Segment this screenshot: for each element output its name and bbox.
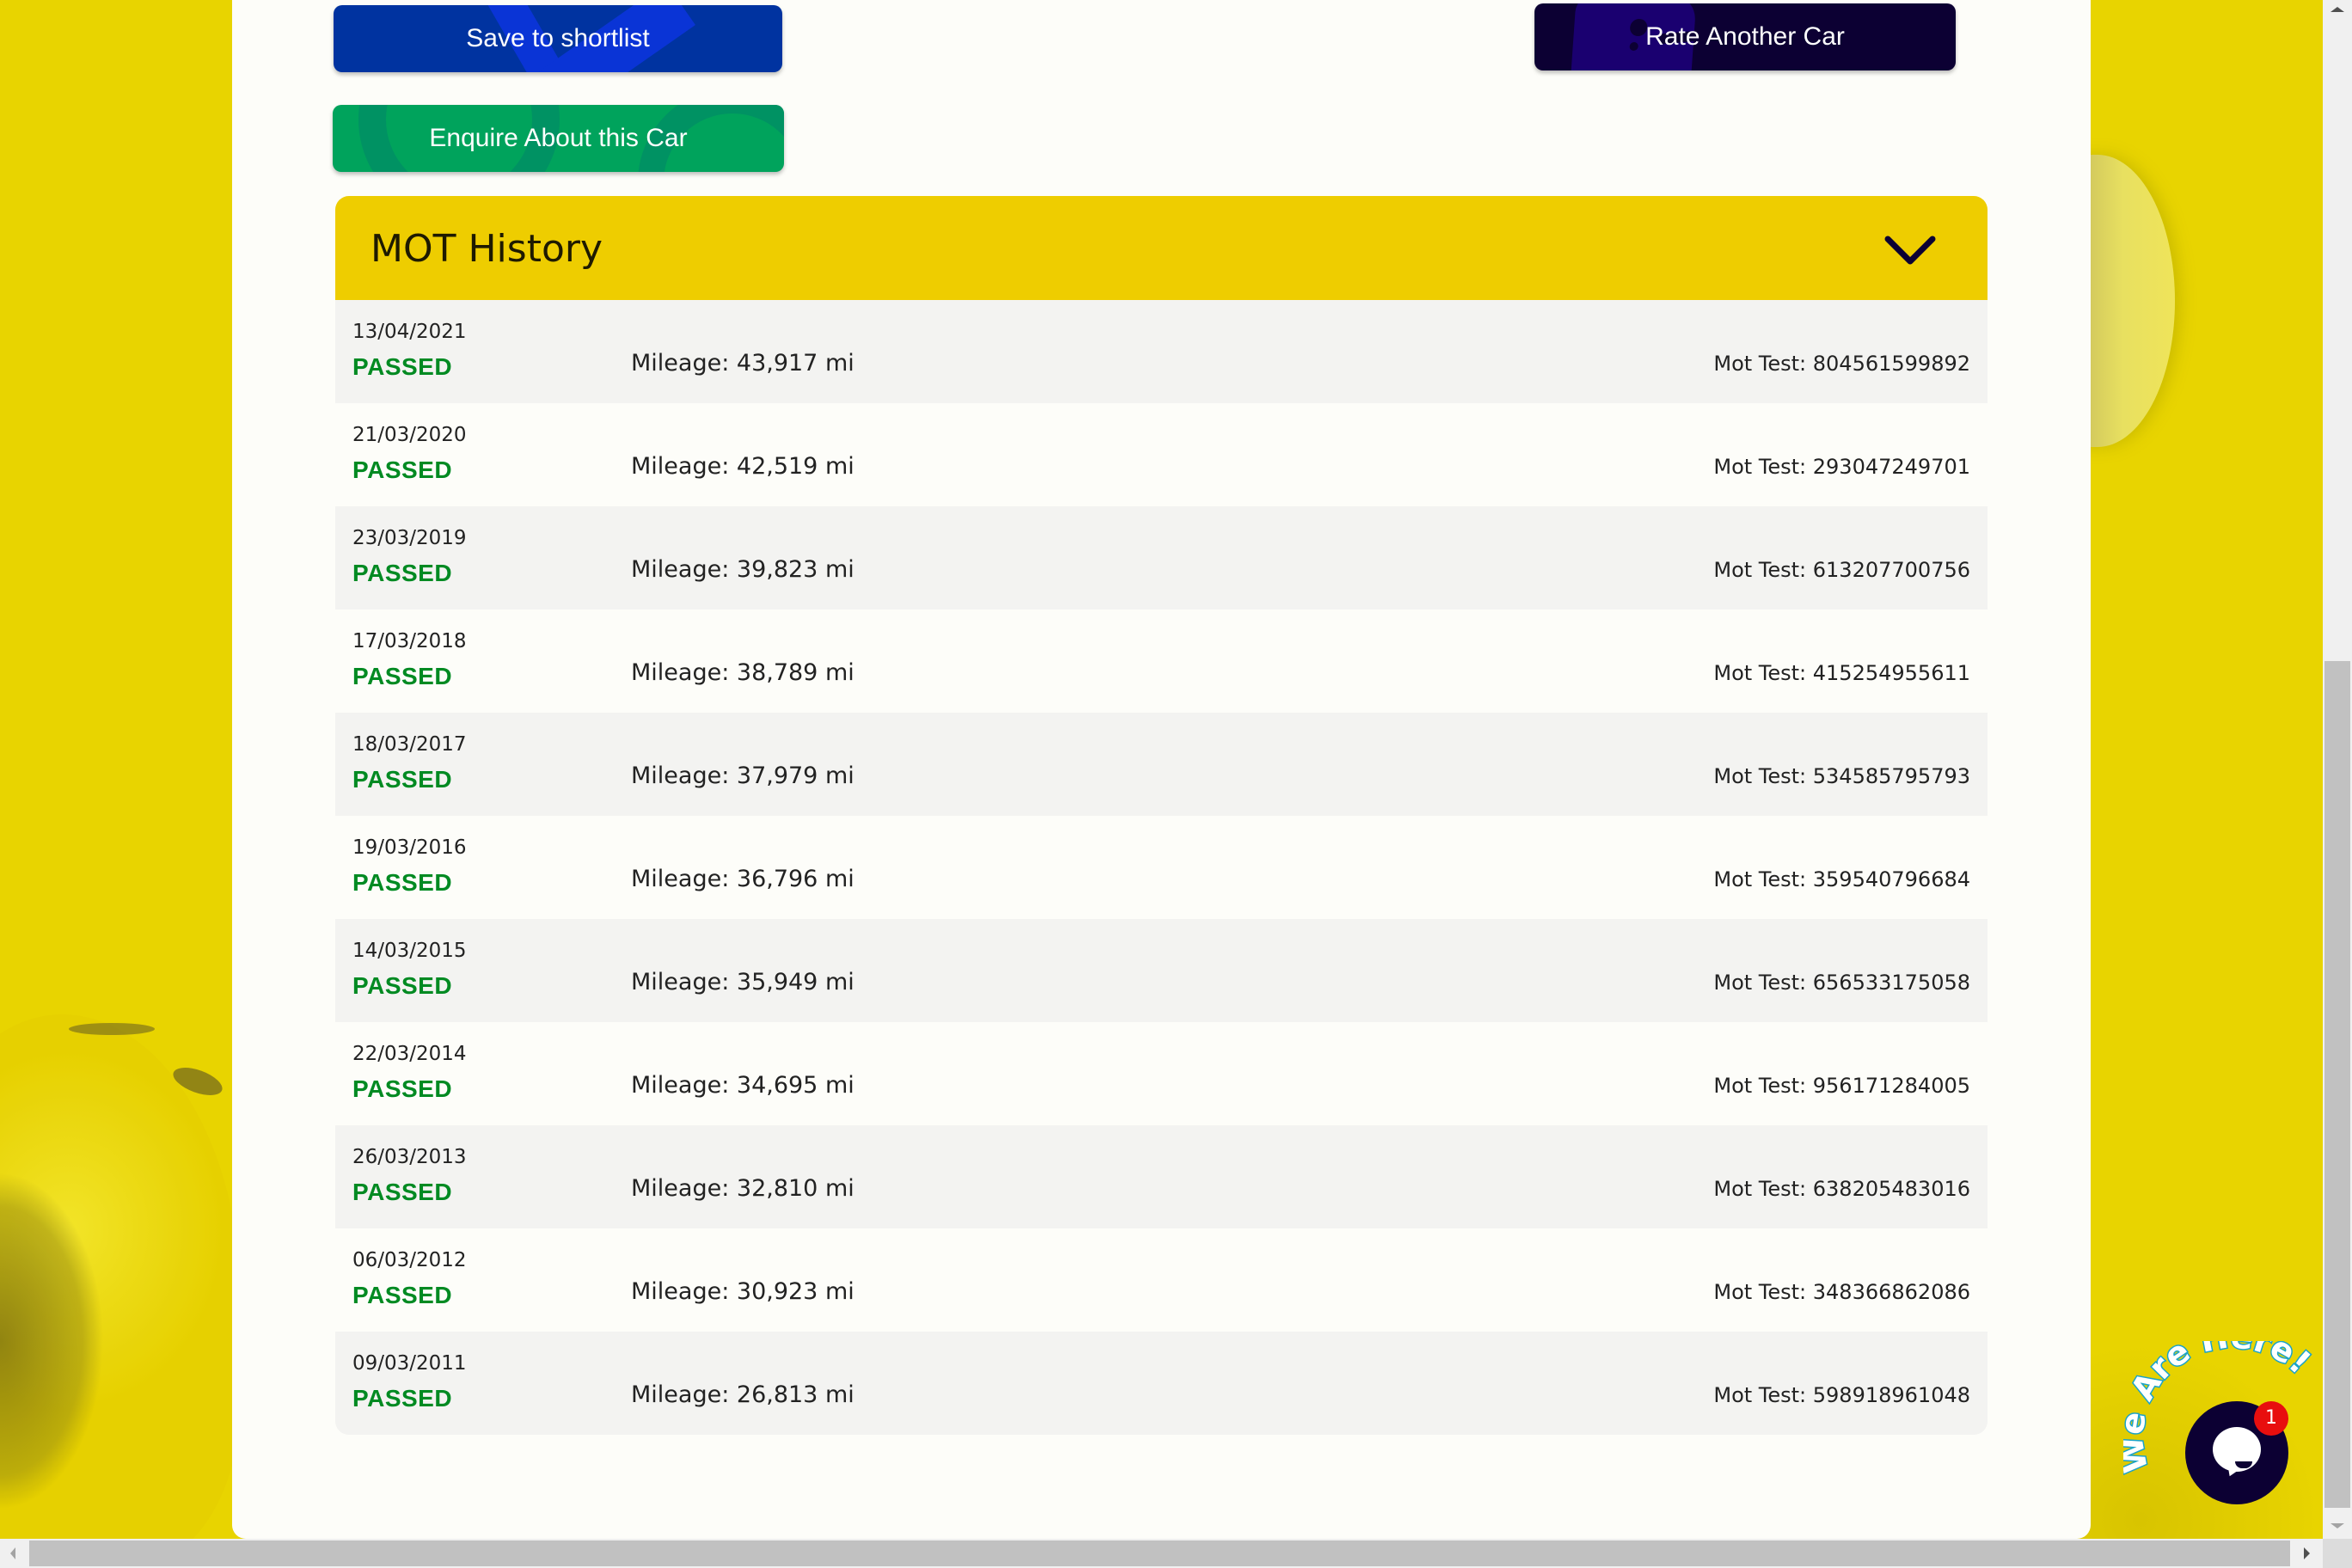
mot-test-date: 23/03/2019 [352,527,467,549]
mot-test-number: Mot Test: 656533175058 [1713,971,1970,995]
mot-test-date: 14/03/2015 [352,940,467,962]
mot-mileage: Mileage: 43,917 mi [631,350,854,377]
background-car-vent [69,1023,155,1035]
mot-status-badge: PASSED [352,456,453,483]
rate-another-car-label: Rate Another Car [1645,22,1845,51]
mot-record-row: 17/03/2018 PASSED Mileage: 38,789 mi Mot Te… [335,609,1988,713]
mot-status-badge: PASSED [352,869,453,896]
mot-test-number: Mot Test: 956171284005 [1713,1074,1970,1098]
mot-mileage: Mileage: 34,695 mi [631,1072,854,1099]
mot-record-row: 14/03/2015 PASSED Mileage: 35,949 mi Mot Te… [335,919,1988,1022]
mot-mileage: Mileage: 30,923 mi [631,1278,854,1305]
mot-mileage: Mileage: 38,789 mi [631,659,854,686]
mot-test-date: 06/03/2012 [352,1249,467,1271]
mot-test-number: Mot Test: 613207700756 [1713,558,1970,582]
mot-history-panel: MOT History 13/04/2021 PASSED Mileage: 43,… [335,196,1988,1435]
mot-test-number: Mot Test: 415254955611 [1713,661,1970,685]
mot-record-row: 06/03/2012 PASSED Mileage: 30,923 mi Mot Te… [335,1228,1988,1332]
mot-status-badge: PASSED [352,560,453,586]
chevron-down-icon[interactable] [1883,234,1938,268]
mot-test-number: Mot Test: 348366862086 [1713,1280,1970,1304]
mot-record-row: 09/03/2011 PASSED Mileage: 26,813 mi Mot Te… [335,1332,1988,1435]
vertical-scrollbar[interactable] [2323,0,2352,1539]
horizontal-scrollbar[interactable] [0,1539,2323,1568]
enquire-button[interactable]: Enquire About this Car [333,105,784,172]
mot-test-date: 21/03/2020 [352,424,467,446]
mot-status-badge: PASSED [352,353,453,380]
mot-status-badge: PASSED [352,766,453,793]
mot-status-badge: PASSED [352,1179,453,1205]
mot-record-row: 22/03/2014 PASSED Mileage: 34,695 mi Mot Te… [335,1022,1988,1125]
mot-test-number: Mot Test: 293047249701 [1713,455,1970,479]
mot-record-row: 21/03/2020 PASSED Mileage: 42,519 mi Mot Te… [335,403,1988,506]
mot-mileage: Mileage: 42,519 mi [631,453,854,480]
mot-test-number: Mot Test: 359540796684 [1713,867,1970,891]
mot-test-date: 17/03/2018 [352,630,467,652]
notification-badge: 1 [2254,1401,2288,1436]
mot-status-badge: PASSED [352,1282,453,1308]
save-to-shortlist-button[interactable]: Save to shortlist [334,5,782,72]
mot-mileage: Mileage: 35,949 mi [631,969,854,995]
rate-another-car-button[interactable]: Rate Another Car [1534,3,1956,70]
mot-test-number: Mot Test: 804561599892 [1713,352,1970,376]
horizontal-scrollbar-thumb[interactable] [29,1540,2290,1566]
mot-history-header[interactable]: MOT History [335,196,1988,300]
mot-status-badge: PASSED [352,1075,453,1102]
mot-test-date: 18/03/2017 [352,733,467,756]
mot-mileage: Mileage: 37,979 mi [631,763,854,789]
background-car-image-left [0,1014,241,1565]
mot-history-title: MOT History [371,227,603,271]
mot-record-row: 26/03/2013 PASSED Mileage: 32,810 mi Mot Te… [335,1125,1988,1228]
mot-status-badge: PASSED [352,1385,453,1412]
scroll-right-arrow-icon[interactable] [2304,1547,2310,1559]
scroll-down-arrow-icon[interactable] [2331,1523,2344,1528]
mot-record-row: 13/04/2021 PASSED Mileage: 43,917 mi Mot Te… [335,300,1988,403]
mot-record-row: 23/03/2019 PASSED Mileage: 39,823 mi Mot Te… [335,506,1988,609]
scrollbar-corner [2323,1539,2352,1568]
mot-status-badge: PASSED [352,972,453,999]
mot-test-number: Mot Test: 534585795793 [1713,764,1970,788]
enquire-label: Enquire About this Car [429,124,688,152]
mot-history-list: 13/04/2021 PASSED Mileage: 43,917 mi Mot Te… [335,300,1988,1435]
mot-mileage: Mileage: 32,810 mi [631,1175,854,1202]
scroll-left-arrow-icon[interactable] [10,1547,15,1559]
mot-test-number: Mot Test: 638205483016 [1713,1177,1970,1201]
save-to-shortlist-label: Save to shortlist [466,24,650,52]
scroll-up-arrow-icon[interactable] [2331,7,2344,12]
mot-test-date: 26/03/2013 [352,1146,467,1168]
mot-test-date: 22/03/2014 [352,1043,467,1065]
vertical-scrollbar-thumb[interactable] [2324,661,2350,1508]
mot-record-row: 19/03/2016 PASSED Mileage: 36,796 mi Mot Te… [335,816,1988,919]
mot-mileage: Mileage: 26,813 mi [631,1381,854,1408]
mot-mileage: Mileage: 36,796 mi [631,866,854,892]
mot-test-date: 19/03/2016 [352,836,467,859]
mot-test-date: 09/03/2011 [352,1352,467,1375]
chat-widget[interactable]: We Are Here! 1 [2123,1341,2330,1539]
mot-status-badge: PASSED [352,663,453,689]
mot-test-number: Mot Test: 598918961048 [1713,1383,1970,1407]
mot-mileage: Mileage: 39,823 mi [631,556,854,583]
mot-test-date: 13/04/2021 [352,321,467,343]
mot-record-row: 18/03/2017 PASSED Mileage: 37,979 mi Mot Te… [335,713,1988,816]
